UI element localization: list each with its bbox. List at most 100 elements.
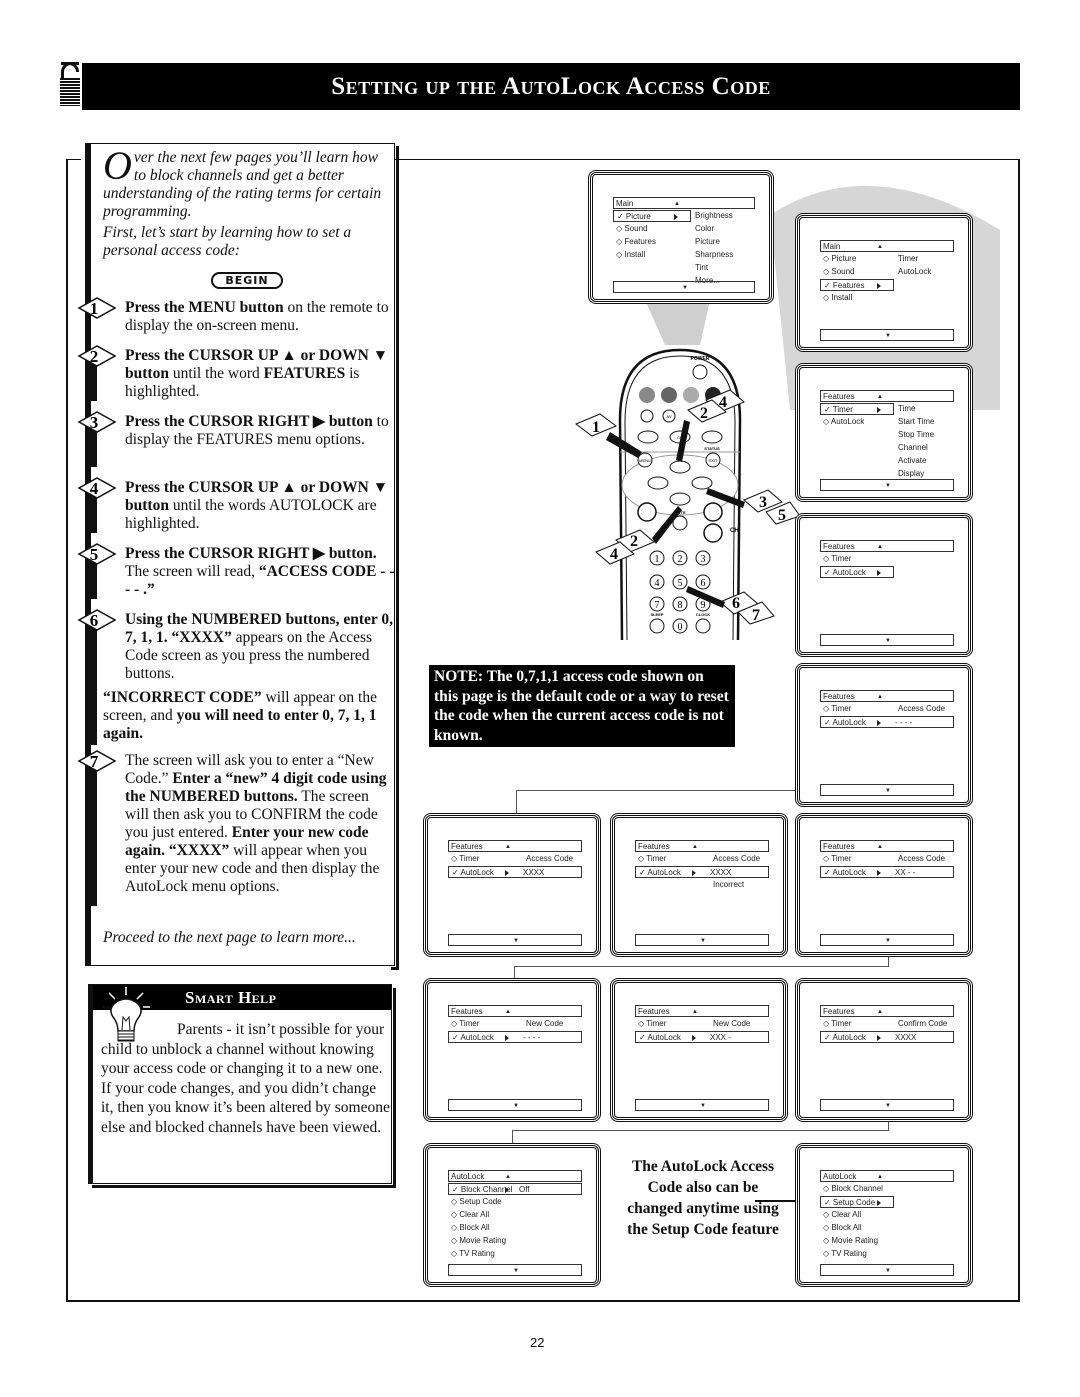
menu-footer: ▼ xyxy=(820,934,954,946)
menu-item[interactable]: ✓ Features xyxy=(820,279,894,291)
submenu-item: Color xyxy=(695,224,715,233)
menu-item[interactable]: ◇ Sound xyxy=(820,266,954,278)
svg-text:5: 5 xyxy=(678,578,683,589)
svg-text:0: 0 xyxy=(678,622,683,633)
svg-text:2: 2 xyxy=(700,405,708,422)
menu-item[interactable]: ◇ Clear All xyxy=(820,1209,954,1221)
step-number-diamond: 4 xyxy=(77,477,117,499)
menu-item[interactable]: ◇ Picture xyxy=(820,253,954,265)
step-bold: Press the MENU button xyxy=(125,299,284,316)
volume-up-button[interactable] xyxy=(637,502,657,522)
step-2: 2 Press the CURSOR UP ▲ or DOWN ▼ button… xyxy=(77,345,395,401)
svg-text:2: 2 xyxy=(630,533,638,550)
menu-item[interactable]: ✓ Setup Code xyxy=(820,1196,894,1208)
cursor-down-button[interactable] xyxy=(669,492,691,506)
menu-item[interactable]: ◇ Movie Rating xyxy=(820,1235,954,1247)
incorrect-bold: “INCORRECT CODE” xyxy=(103,689,262,706)
menu-item[interactable]: ◇ Timer xyxy=(820,553,954,565)
menu-item[interactable]: ✓ Timer xyxy=(820,403,894,415)
step-number-diamond: 2 xyxy=(77,345,117,367)
submenu-item: Channel xyxy=(898,443,928,452)
svg-text:7: 7 xyxy=(90,752,99,771)
field-label: Access Code xyxy=(898,854,946,863)
menu-footer: ▼ xyxy=(820,1264,954,1276)
tv-screen-s11: Features ▲ ◇ Timer ✓ AutoLock XXXX Confirm Co… xyxy=(797,980,971,1120)
cursor-left-button[interactable] xyxy=(647,476,669,490)
cursor-right-button[interactable] xyxy=(691,476,713,490)
smiley-button[interactable] xyxy=(640,409,654,423)
menu-item[interactable]: ◇ Sound xyxy=(613,223,755,235)
padlock-icon xyxy=(60,62,80,106)
menu-item[interactable]: ✓ AutoLock XXXX xyxy=(448,866,582,878)
menu-item[interactable]: ◇ Block Channel xyxy=(820,1183,954,1195)
menu-item[interactable]: ◇ Block All xyxy=(448,1222,582,1234)
color-button-yellow[interactable] xyxy=(683,387,699,403)
menu-item[interactable]: ✓ AutoLock XXXX xyxy=(635,866,769,878)
intro-text-2: First, let’s start by learning how to se… xyxy=(103,224,352,259)
submenu-item: Activate xyxy=(898,456,927,465)
status-text: Incorrect xyxy=(713,880,745,889)
menu-item[interactable]: ✓ AutoLock xyxy=(820,566,894,578)
tv-screen-s6: Features ▲ ◇ Timer ✓ AutoLock XXXX Access Cod… xyxy=(425,815,599,955)
menu-item[interactable]: ◇ Setup Code xyxy=(448,1196,582,1208)
menu-item[interactable]: ◇ Features xyxy=(613,236,755,248)
menu-item[interactable]: ✓ AutoLock - - - - xyxy=(820,716,954,728)
power-button[interactable] xyxy=(692,364,708,380)
menu-footer: ▼ xyxy=(820,479,954,491)
menu-item[interactable]: ◇ Block All xyxy=(820,1222,954,1234)
step-rest: until the word xyxy=(168,365,264,382)
menu-header: Main ▲ xyxy=(820,240,954,252)
dropcap: O xyxy=(103,143,132,188)
svg-text:8: 8 xyxy=(678,600,683,611)
channel-down-button[interactable] xyxy=(703,523,723,543)
menu-item[interactable]: ✓ AutoLock XX - - xyxy=(820,866,954,878)
proceed-text: Proceed to the next page to learn more..… xyxy=(103,929,356,946)
begin-badge: BEGIN xyxy=(211,272,283,289)
tv-screen-s9: Features ▲ ◇ Timer ✓ AutoLock - - - - New Cod… xyxy=(425,980,599,1120)
menu-item[interactable]: ◇ TV Rating xyxy=(448,1248,582,1260)
submenu-item: Tint xyxy=(695,263,709,272)
menu-item[interactable]: ✓ Block Channel Off xyxy=(448,1183,582,1195)
clock-button[interactable] xyxy=(695,618,711,634)
auto-sound-button[interactable] xyxy=(637,430,659,444)
menu-item[interactable]: ◇ Movie Rating xyxy=(448,1235,582,1247)
field-label: New Code xyxy=(526,1019,564,1028)
step-number-diamond: 6 xyxy=(77,609,117,631)
submenu-item: Time xyxy=(898,404,916,413)
instructions-panel: Over the next few pages you’ll learn how… xyxy=(77,143,399,970)
step-bar xyxy=(91,766,97,906)
menu-item[interactable]: ✓ AutoLock XXX - xyxy=(635,1031,769,1043)
svg-text:7: 7 xyxy=(752,607,760,624)
step-bold: FEATURES xyxy=(263,365,346,382)
menu-item[interactable]: ◇ Install xyxy=(820,292,954,304)
color-button-green[interactable] xyxy=(661,387,677,403)
color-button-red[interactable] xyxy=(639,387,655,403)
menu-header: Features ▲ xyxy=(448,840,582,852)
menu-item[interactable]: ◇ Clear All xyxy=(448,1209,582,1221)
step-number-diamond: 3 xyxy=(77,411,117,433)
channel-up-button[interactable] xyxy=(703,502,723,522)
svg-text:9: 9 xyxy=(701,600,706,611)
remote-control-illustration: POWER AV CC STATUS MENU EXIT MUTE CH 1 2… xyxy=(575,348,800,640)
auto-picture-button[interactable] xyxy=(701,430,723,444)
menu-header: AutoLock ▲ xyxy=(820,1170,954,1182)
menu-footer: ▼ xyxy=(448,1264,582,1276)
menu-header: Features ▲ xyxy=(820,390,954,402)
cursor-up-button[interactable] xyxy=(669,460,691,474)
submenu-item: AutoLock xyxy=(898,267,932,276)
sleep-button[interactable] xyxy=(649,618,665,634)
submenu-item: Stop Time xyxy=(898,430,935,439)
menu-item[interactable]: ✓ Picture xyxy=(613,210,691,222)
smart-help-title: Smart Help xyxy=(185,988,277,1007)
intro-paragraph: ver the next few pages you’ll learn how … xyxy=(103,149,382,220)
field-label: Access Code xyxy=(526,854,574,863)
svg-text:5: 5 xyxy=(90,545,99,564)
menu-item[interactable]: ◇ Install xyxy=(613,249,755,261)
menu-item[interactable]: ✓ AutoLock XXXX xyxy=(820,1031,954,1043)
menu-item[interactable]: ◇ TV Rating xyxy=(820,1248,954,1260)
setup-code-caption: The AutoLock Access Code also can be cha… xyxy=(627,1158,779,1238)
menu-item[interactable]: ✓ AutoLock - - - - xyxy=(448,1031,582,1043)
note-box: NOTE: The 0,7,1,1 access code shown on t… xyxy=(429,665,735,747)
step-6: 6 Using the NUMBERED buttons, enter 0, 7… xyxy=(77,609,395,745)
svg-text:5: 5 xyxy=(778,507,786,524)
